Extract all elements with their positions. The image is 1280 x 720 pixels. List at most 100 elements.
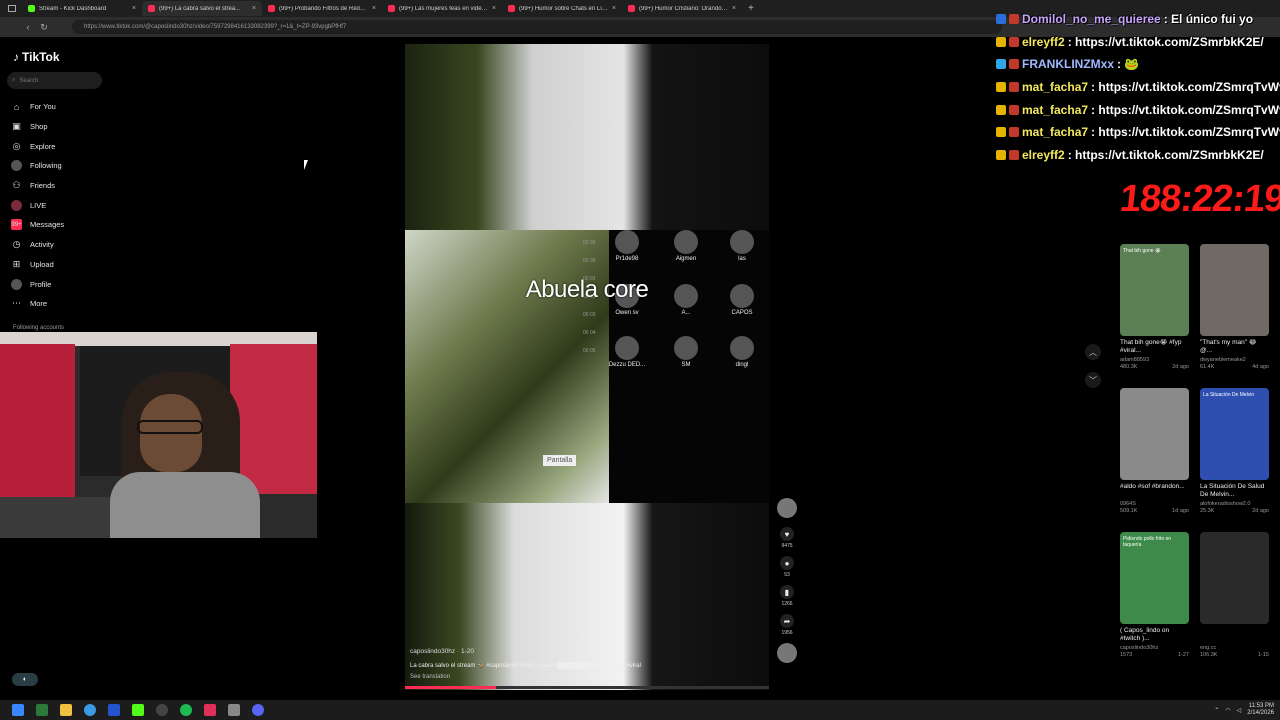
compass-icon: ◎ <box>12 140 21 151</box>
sidebar-item-profile[interactable]: Profile <box>11 274 111 294</box>
sound-button[interactable] <box>776 643 798 665</box>
video-card-stats: 480.3K 2d ago <box>1120 364 1189 370</box>
tiktok-logo[interactable]: ♪ TikTok <box>13 50 60 64</box>
logo-text: TikTok <box>22 50 60 64</box>
close-tab-icon[interactable]: × <box>492 5 496 12</box>
card-views: 480.3K <box>1120 364 1138 370</box>
share-button[interactable]: ➦ 1956 <box>776 614 798 636</box>
video-card[interactable]: "That's my man" 😂 @... dwyaneblemeake2 61.… <box>1200 244 1269 370</box>
kick-icon[interactable] <box>132 704 144 716</box>
card-author: eng.cc <box>1200 645 1217 651</box>
sidebar-item-label: Explore <box>30 141 56 151</box>
browser-tab[interactable]: (99+) Humor Cristiano: Orando c... × <box>622 1 742 16</box>
close-tab-icon[interactable]: × <box>732 5 736 12</box>
discord-icon[interactable] <box>252 704 264 716</box>
previous-video-button[interactable]: ︿ <box>1085 344 1101 360</box>
share-count: 1956 <box>781 630 793 636</box>
sidebar-item-messages[interactable]: 99+ Messages <box>11 215 111 235</box>
activity-icon: ◷ <box>12 239 21 250</box>
close-tab-icon[interactable]: × <box>612 5 616 12</box>
search-input[interactable]: ⌕ Search <box>7 72 102 89</box>
theme-toggle[interactable]: ◐ <box>12 673 38 686</box>
sidebar-item-live[interactable]: LIVE <box>11 195 111 215</box>
video-card-title: ( Capos_lindo on #twitch )... <box>1120 627 1170 642</box>
url-input[interactable]: https://www.tiktok.com/@caposlindo30hz/v… <box>72 20 1002 34</box>
tab-label: (99+) Las mujeres feas en videos ... <box>399 5 488 12</box>
chrome-icon[interactable] <box>84 704 96 716</box>
video-card[interactable]: That bih gone 😭 That bih gone😭 #fyp #vira… <box>1120 244 1189 370</box>
card-views: 61.4K <box>1200 364 1215 370</box>
sidebar-item-activity[interactable]: ◷ Activity <box>11 235 111 255</box>
video-thumbnail <box>1120 388 1189 480</box>
video-progress-bar[interactable] <box>405 686 769 689</box>
video-card[interactable]: Pidiendo pollo frito en taquería ( Capos_… <box>1120 532 1189 658</box>
chat-text: : https://vt.tiktok.com/ZSmrbkK2E/ <box>1067 34 1264 49</box>
video-card-title: "That's my man" 😂 @... <box>1200 339 1257 354</box>
see-translation-link[interactable]: See translation <box>410 674 450 680</box>
video-thumbnail <box>1200 532 1269 624</box>
chat-badge-icon <box>1009 127 1019 138</box>
sidebar-item-label: Messages <box>30 220 65 230</box>
card-author: dwyaneblemeake2 <box>1200 357 1246 363</box>
author-avatar-button[interactable] <box>776 498 798 520</box>
video-thumbnail: That bih gone 😭 <box>1120 244 1189 336</box>
sidebar-item-more[interactable]: ⋯ More <box>11 294 111 314</box>
save-button[interactable]: ▮ 1266 <box>776 585 798 607</box>
sidebar-item-shop[interactable]: ▣ Shop <box>11 117 111 137</box>
clock[interactable]: 11:53 PM 2/14/2026 <box>1247 703 1274 717</box>
chat-badge-icon <box>996 82 1006 93</box>
back-icon[interactable]: ‹ <box>20 22 36 32</box>
close-tab-icon[interactable]: × <box>372 5 376 12</box>
user-name: dingl <box>735 362 749 368</box>
card-date: 4d ago <box>1252 364 1269 370</box>
comment-button[interactable]: ● 53 <box>776 556 798 578</box>
tiktok-note-icon: ♪ <box>13 50 19 64</box>
browser-tab[interactable]: (99+) Humor sobre Chats en Línea... × <box>502 1 622 16</box>
tray-chevron-icon[interactable]: ⌃ <box>1214 707 1219 714</box>
folder-icon[interactable] <box>60 704 72 716</box>
next-video-button[interactable]: ﹀ <box>1085 372 1101 388</box>
sidebar-item-label: Following <box>30 161 62 171</box>
reload-icon[interactable]: ↻ <box>36 22 52 33</box>
new-tab-button[interactable]: + <box>742 3 760 14</box>
sidebar-item-for-you[interactable]: ⌂ For You <box>11 97 111 117</box>
close-tab-icon[interactable]: × <box>252 5 256 12</box>
wifi-icon[interactable]: ◠ <box>1225 707 1230 714</box>
sidebar-item-label: More <box>30 299 48 309</box>
tab-actions-icon[interactable] <box>8 5 16 12</box>
shield-icon[interactable] <box>228 704 240 716</box>
like-button[interactable]: ♥ 9475 <box>776 527 798 549</box>
volume-icon[interactable]: ◁ <box>1237 707 1242 714</box>
sidebar-item-friends[interactable]: ⚇ Friends <box>11 176 111 196</box>
obs-icon[interactable] <box>156 704 168 716</box>
close-tab-icon[interactable]: × <box>132 5 136 12</box>
user-avatar <box>674 230 698 254</box>
chat-text: : https://vt.tiktok.com/ZSmrqTvWv/htt <box>1091 102 1280 117</box>
capcut-icon[interactable] <box>204 704 216 716</box>
slot-number: 00 04 <box>583 330 596 336</box>
browser-tab[interactable]: (99+) La cabra salvo el strea... × <box>142 1 262 16</box>
spotify-icon[interactable] <box>180 704 192 716</box>
video-card-stats: 1573 1-27 <box>1120 652 1189 658</box>
comment-count: 53 <box>784 572 790 578</box>
chat-message: mat_facha7: https://vt.tiktok.com/ZSmrqT… <box>996 121 1280 144</box>
browser-tab[interactable]: Stream - Kick Dashboard × <box>22 1 142 16</box>
video-author[interactable]: caposlindo30hz · 1-20 <box>410 648 474 655</box>
sidebar-item-following[interactable]: Following <box>11 156 111 176</box>
terminal-icon[interactable] <box>36 704 48 716</box>
video-card-title: La Situación De Salud De Melvin... <box>1200 483 1265 498</box>
video-player[interactable]: 00 99 00 99 00 01 00 02 00 03 00 04 00 05 Pr1d… <box>405 44 769 690</box>
slot-number: 00 05 <box>583 348 596 354</box>
video-card[interactable]: #aldo #sof #brandon... 0964S 509.1K 1d ago <box>1120 388 1189 514</box>
browser-tab[interactable]: (99+) Las mujeres feas en videos ... × <box>382 1 502 16</box>
app-icon[interactable] <box>108 704 120 716</box>
sidebar-item-explore[interactable]: ◎ Explore <box>11 136 111 156</box>
video-card[interactable]: La Situación De Melvin La Situación De Sa… <box>1200 388 1269 514</box>
thumbnail-text: Pidiendo pollo frito en taquería <box>1123 536 1172 548</box>
sidebar-item-upload[interactable]: ⊞ Upload <box>11 255 111 275</box>
start-icon[interactable] <box>12 704 24 716</box>
video-card[interactable]: eng.cc 106.3K 1-15 <box>1200 532 1269 658</box>
browser-tab[interactable]: (99+) Probando Filtros de Redes S... × <box>262 1 382 16</box>
video-user-item: las <box>720 230 764 262</box>
sidebar-item-label: Shop <box>30 122 48 132</box>
